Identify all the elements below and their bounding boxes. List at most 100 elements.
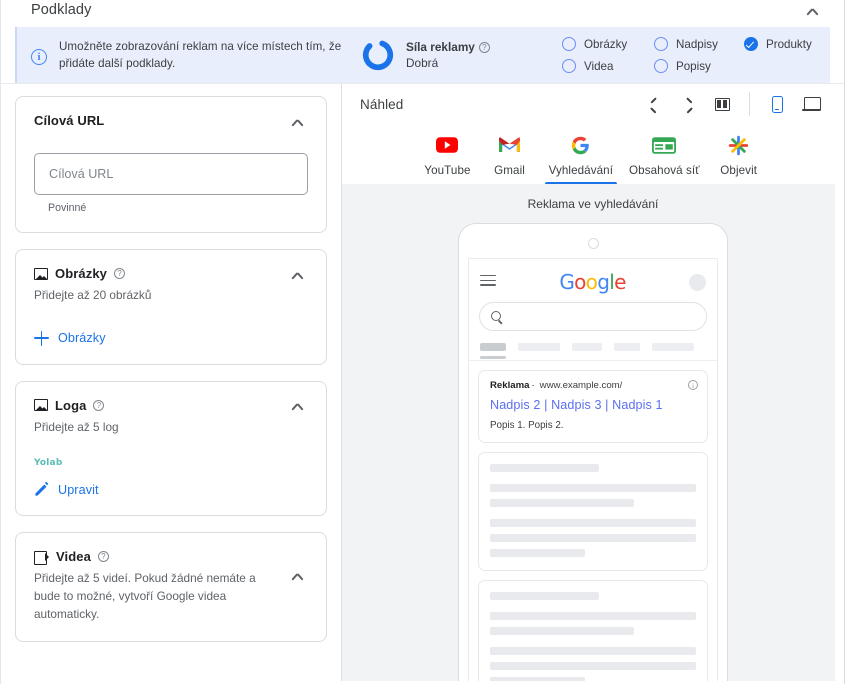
display-network-icon	[652, 132, 677, 158]
google-app-bar: Google	[469, 259, 717, 302]
card-collapse-button[interactable]	[286, 398, 308, 420]
tab-youtube[interactable]: YouTube	[416, 128, 478, 184]
checklist-item-produkty[interactable]: Produkty	[744, 33, 812, 55]
panel-collapse-button[interactable]	[800, 2, 824, 24]
ad-info-icon[interactable]: i	[688, 380, 698, 390]
discover-icon	[728, 132, 749, 158]
card-header-text: Loga ? Přidejte až 5 log	[34, 398, 119, 437]
edit-logos-label: Upravit	[58, 482, 99, 497]
edit-logos-button[interactable]: Upravit	[34, 482, 308, 497]
card-title: Cílová URL	[34, 113, 105, 128]
ad-strength-label: Síla reklamy	[406, 40, 475, 54]
checklist-label: Produkty	[766, 37, 812, 51]
nav-chip-active[interactable]	[480, 343, 506, 351]
nav-chip[interactable]	[614, 343, 640, 351]
checklist-item-popisy[interactable]: Popisy	[654, 55, 744, 77]
checklist-label: Nadpisy	[676, 37, 718, 51]
tab-label: Objevit	[720, 164, 758, 177]
mobile-view-button[interactable]	[762, 89, 792, 119]
nav-chip[interactable]	[518, 343, 560, 351]
card-title-row: Obrázky ?	[34, 266, 151, 281]
skeleton-line	[490, 662, 696, 670]
card-collapse-button[interactable]	[286, 567, 308, 589]
plus-icon	[34, 330, 49, 346]
ad-badge: Reklama	[490, 380, 530, 391]
preview-canvas: Reklama ve vyhledávání Google Reklama · …	[342, 184, 844, 681]
skeleton-line	[490, 627, 635, 635]
logo-thumbnail[interactable]: Yolab	[34, 458, 308, 468]
avatar[interactable]	[689, 273, 706, 291]
skeleton-line	[490, 519, 696, 527]
ad-strength-text: Síla reklamy ? Dobrá	[406, 40, 490, 70]
card-collapse-button[interactable]	[286, 266, 308, 288]
tab-objevit[interactable]: Objevit	[708, 128, 770, 184]
card-header: Videa ? Přidejte až 5 videí. Pokud žádné…	[34, 549, 308, 623]
serp-nav-chips	[469, 331, 717, 351]
card-videos: Videa ? Přidejte až 5 videí. Pokud žádné…	[15, 532, 327, 643]
preview-title: Náhled	[360, 96, 404, 112]
phone-mockup: Google Reklama · www.example.com/ i Nadp…	[458, 223, 728, 681]
mobile-icon	[771, 95, 783, 113]
ad-separator: ·	[531, 380, 535, 391]
card-title: Videa	[56, 549, 91, 565]
card-title: Obrázky	[55, 266, 108, 281]
ad-preview-card: Reklama · www.example.com/ i Nadpis 2 | …	[478, 370, 708, 443]
card-subtitle: Přidejte až 20 obrázků	[34, 288, 152, 302]
info-icon: i	[31, 49, 47, 65]
checklist-item-obrazky[interactable]: Obrázky	[562, 33, 654, 55]
hamburger-icon[interactable]	[480, 274, 496, 290]
help-icon[interactable]: ?	[114, 268, 126, 279]
search-input[interactable]	[479, 302, 707, 331]
help-icon[interactable]: ?	[478, 41, 490, 53]
chevron-up-icon	[292, 119, 303, 130]
card-title: Loga	[55, 397, 87, 413]
ad-description: Popis 1. Popis 2.	[490, 420, 564, 431]
checklist-item-videa[interactable]: Videa	[562, 55, 654, 77]
card-collapse-button[interactable]	[286, 113, 308, 135]
gmail-icon	[499, 132, 521, 158]
ad-headline[interactable]: Nadpis 2 | Nadpis 3 | Nadpis 1	[490, 398, 696, 412]
serp-result-placeholder	[478, 452, 708, 571]
assets-form-column: Cílová URL Cílová URL Povinné Obrázky ? …	[1, 84, 342, 681]
search-icon	[491, 310, 503, 323]
tab-label: Obsahová síť	[629, 164, 700, 177]
preview-scrollbar[interactable]	[835, 84, 844, 681]
ad-strength-banner: i Umožněte zobrazování reklam na více mí…	[15, 27, 830, 83]
nav-chip[interactable]	[572, 343, 602, 351]
skeleton-line	[490, 647, 696, 655]
nav-chip[interactable]	[652, 343, 694, 351]
chevron-up-icon	[292, 403, 303, 414]
ad-url: www.example.com/	[539, 380, 623, 391]
final-url-input[interactable]: Cílová URL	[34, 153, 308, 195]
tab-label: YouTube	[424, 164, 471, 177]
nav-divider	[469, 360, 717, 361]
radio-icon	[654, 37, 668, 51]
banner-message-group: i Umožněte zobrazování reklam na více mí…	[31, 38, 361, 72]
help-icon[interactable]: ?	[97, 551, 109, 563]
card-header-text: Videa ? Přidejte až 5 videí. Pokud žádné…	[34, 549, 259, 623]
checklist-label: Popisy	[676, 59, 711, 73]
ad-strength-ring	[362, 39, 394, 71]
tab-vyhledavani[interactable]: Vyhledávání	[541, 128, 621, 184]
split-view-button[interactable]	[707, 89, 737, 119]
prev-preview-button[interactable]	[639, 89, 669, 119]
ad-strength-value: Dobrá	[406, 56, 439, 70]
page-title: Podklady	[31, 2, 92, 18]
chevron-right-icon	[684, 100, 693, 109]
tab-gmail[interactable]: Gmail	[479, 128, 541, 184]
ad-strength-checklist: Obrázky Nadpisy Produkty Videa Popisy	[562, 33, 812, 77]
desktop-view-button[interactable]	[796, 89, 826, 119]
chevron-up-icon	[292, 272, 303, 283]
toolbar-divider	[749, 92, 750, 116]
tab-obsahova-sit[interactable]: Obsahová síť	[621, 128, 708, 184]
next-preview-button[interactable]	[673, 89, 703, 119]
check-circle-icon	[744, 37, 758, 51]
assets-panel: Podklady i Umožněte zobrazování reklam n…	[0, 0, 845, 684]
card-title-row: Videa ?	[34, 549, 259, 565]
help-icon[interactable]: ?	[93, 399, 105, 411]
google-g-icon	[571, 132, 590, 158]
add-images-button[interactable]: Obrázky	[34, 330, 308, 346]
pencil-icon	[35, 482, 49, 496]
panel-body: Cílová URL Cílová URL Povinné Obrázky ? …	[1, 83, 844, 681]
checklist-item-nadpisy[interactable]: Nadpisy	[654, 33, 744, 55]
